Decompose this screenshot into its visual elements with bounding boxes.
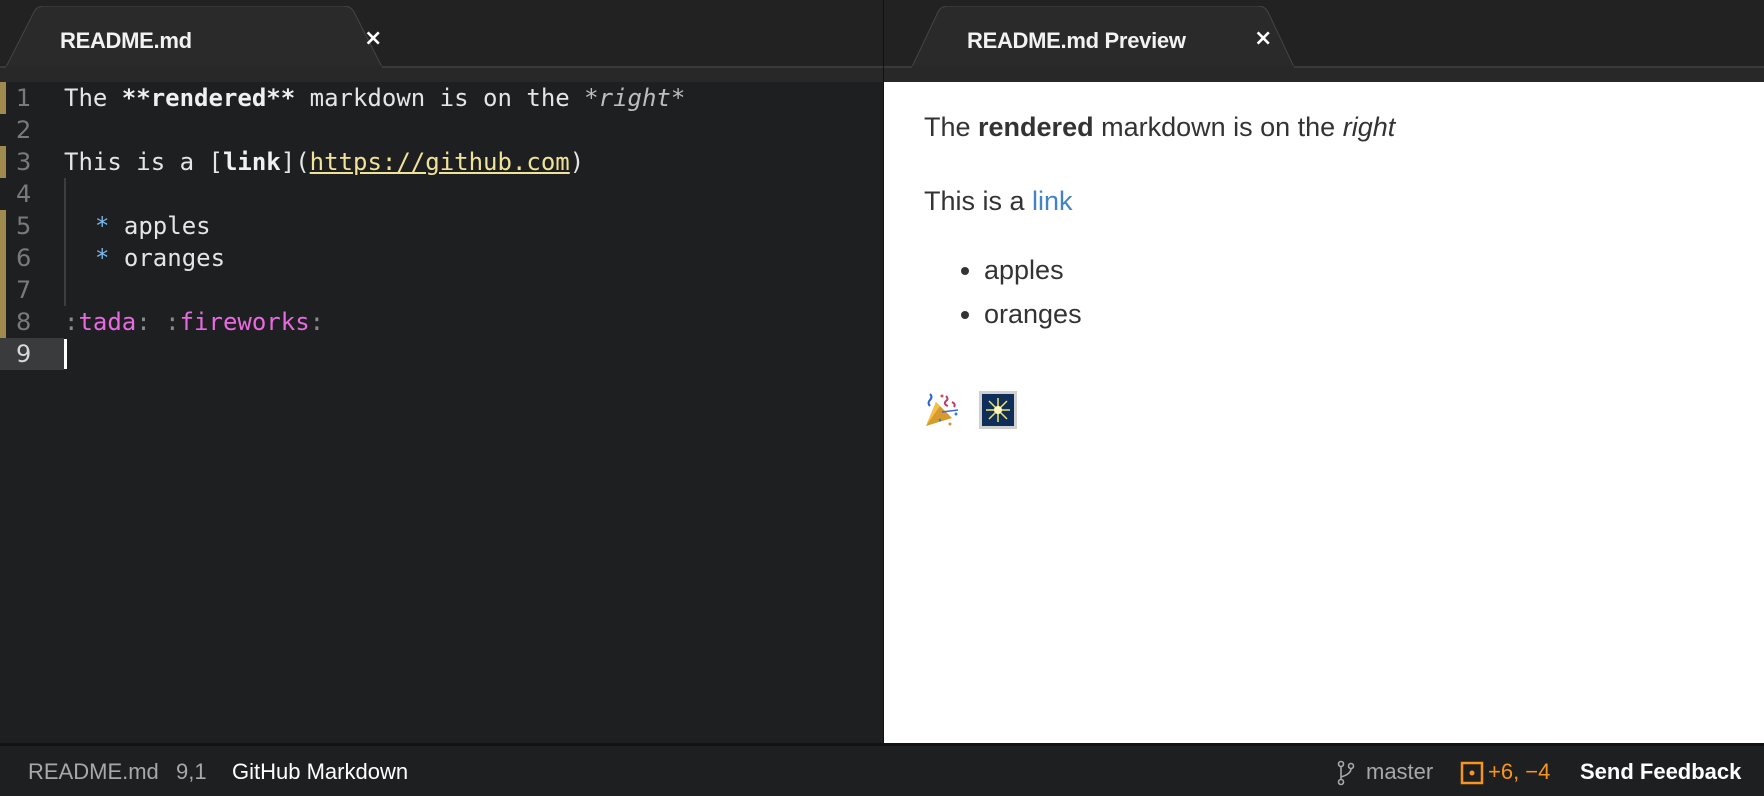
list-item: oranges: [984, 292, 1082, 336]
editor-line[interactable]: 3 This is a [link](https://github.com): [0, 146, 883, 178]
text: apples: [109, 212, 211, 240]
editor-line[interactable]: 6 * oranges: [0, 242, 883, 274]
text: The: [924, 112, 979, 142]
preview-link[interactable]: link: [1032, 186, 1073, 216]
line-number: 3: [16, 148, 32, 176]
editor-line-current[interactable]: 9: [0, 338, 883, 370]
tab-readme-preview[interactable]: README.md Preview ×: [910, 6, 1330, 68]
emoji-row: [922, 390, 1026, 430]
line-number: 5: [16, 212, 32, 240]
text: This is a: [924, 186, 1033, 216]
tab-title: README.md: [60, 28, 192, 53]
text: oranges: [109, 244, 226, 272]
line-number: 9: [0, 338, 64, 370]
fireworks-emoji: [978, 391, 1017, 429]
emoji-colon: :: [309, 308, 325, 336]
markdown-preview: The rendered markdown is on the right Th…: [884, 82, 1764, 743]
line-number: 1: [16, 84, 32, 112]
emoji-shortcode: fireworks: [179, 308, 310, 336]
text: markdown is on the: [295, 84, 585, 112]
line-number: 4: [16, 180, 32, 208]
editor-window: README.md × README.md Preview × 1 The **…: [0, 0, 1764, 796]
close-icon[interactable]: ×: [1254, 26, 1272, 51]
bold-text: **rendered**: [121, 84, 296, 112]
editor-line[interactable]: 7: [0, 274, 883, 306]
bold-text: rendered: [978, 112, 1094, 142]
editor-line[interactable]: 1 The **rendered** markdown is on the *r…: [0, 82, 883, 114]
editor-line[interactable]: 4: [0, 178, 883, 210]
emoji-colon: :: [64, 308, 79, 336]
list-bullet: *: [95, 212, 110, 240]
tab-title: README.md Preview: [967, 28, 1186, 53]
markdown-editor[interactable]: 1 The **rendered** markdown is on the *r…: [0, 82, 883, 743]
text: This is a [: [64, 148, 223, 176]
right-tab-bar: README.md Preview ×: [884, 0, 1764, 83]
tab-bar-floor: [0, 68, 883, 82]
italic-text: *right*: [584, 84, 686, 112]
tab-bar-floor: [884, 68, 1764, 82]
tab-readme[interactable]: README.md ×: [4, 6, 428, 68]
status-file-name[interactable]: README.md: [28, 759, 159, 785]
line-number: 6: [16, 244, 32, 272]
line-number: 2: [16, 116, 32, 144]
preview-paragraph: The rendered markdown is on the right: [924, 112, 1395, 143]
close-icon[interactable]: ×: [364, 26, 382, 51]
editor-line[interactable]: 5 * apples: [0, 210, 883, 242]
line-content: :tada: :fireworks:: [64, 306, 324, 338]
emoji-shortcode: tada: [78, 308, 137, 336]
status-bar: README.md 9,1 GitHub Markdown master +6,…: [0, 743, 1764, 796]
editor-line[interactable]: 2: [0, 114, 883, 146]
status-grammar[interactable]: GitHub Markdown: [232, 759, 408, 785]
status-cursor-position[interactable]: 9,1: [176, 759, 207, 785]
text-cursor: [64, 339, 67, 369]
link-text: link: [222, 148, 281, 176]
list-bullet: *: [95, 244, 110, 272]
left-tab-bar: README.md ×: [0, 0, 883, 83]
emoji-colon: : :: [136, 308, 180, 336]
text: The: [64, 84, 122, 112]
text: ): [569, 148, 585, 176]
tada-emoji: [926, 393, 959, 426]
line-content: * oranges: [95, 242, 225, 274]
preview-list: apples oranges: [924, 248, 1082, 336]
send-feedback-button[interactable]: Send Feedback: [1580, 759, 1741, 785]
status-git-branch[interactable]: master: [1366, 759, 1433, 785]
list-item: apples: [984, 248, 1082, 292]
line-number: 8: [16, 308, 32, 336]
line-content: The **rendered** markdown is on the *rig…: [64, 82, 685, 114]
line-content: * apples: [95, 210, 211, 242]
editor-line[interactable]: 8 :tada: :fireworks:: [0, 306, 883, 338]
status-git-diff[interactable]: +6, −4: [1488, 759, 1550, 785]
git-diff-icon: [1460, 761, 1484, 791]
text: ](: [280, 148, 310, 176]
text: markdown is on the: [1093, 112, 1343, 142]
link-url[interactable]: https://github.com: [310, 148, 570, 176]
git-branch-icon: [1336, 760, 1356, 792]
line-content: This is a [link](https://github.com): [64, 146, 584, 178]
preview-paragraph: This is a link: [924, 186, 1073, 217]
italic-text: right: [1342, 112, 1396, 142]
line-number: 7: [16, 276, 32, 304]
